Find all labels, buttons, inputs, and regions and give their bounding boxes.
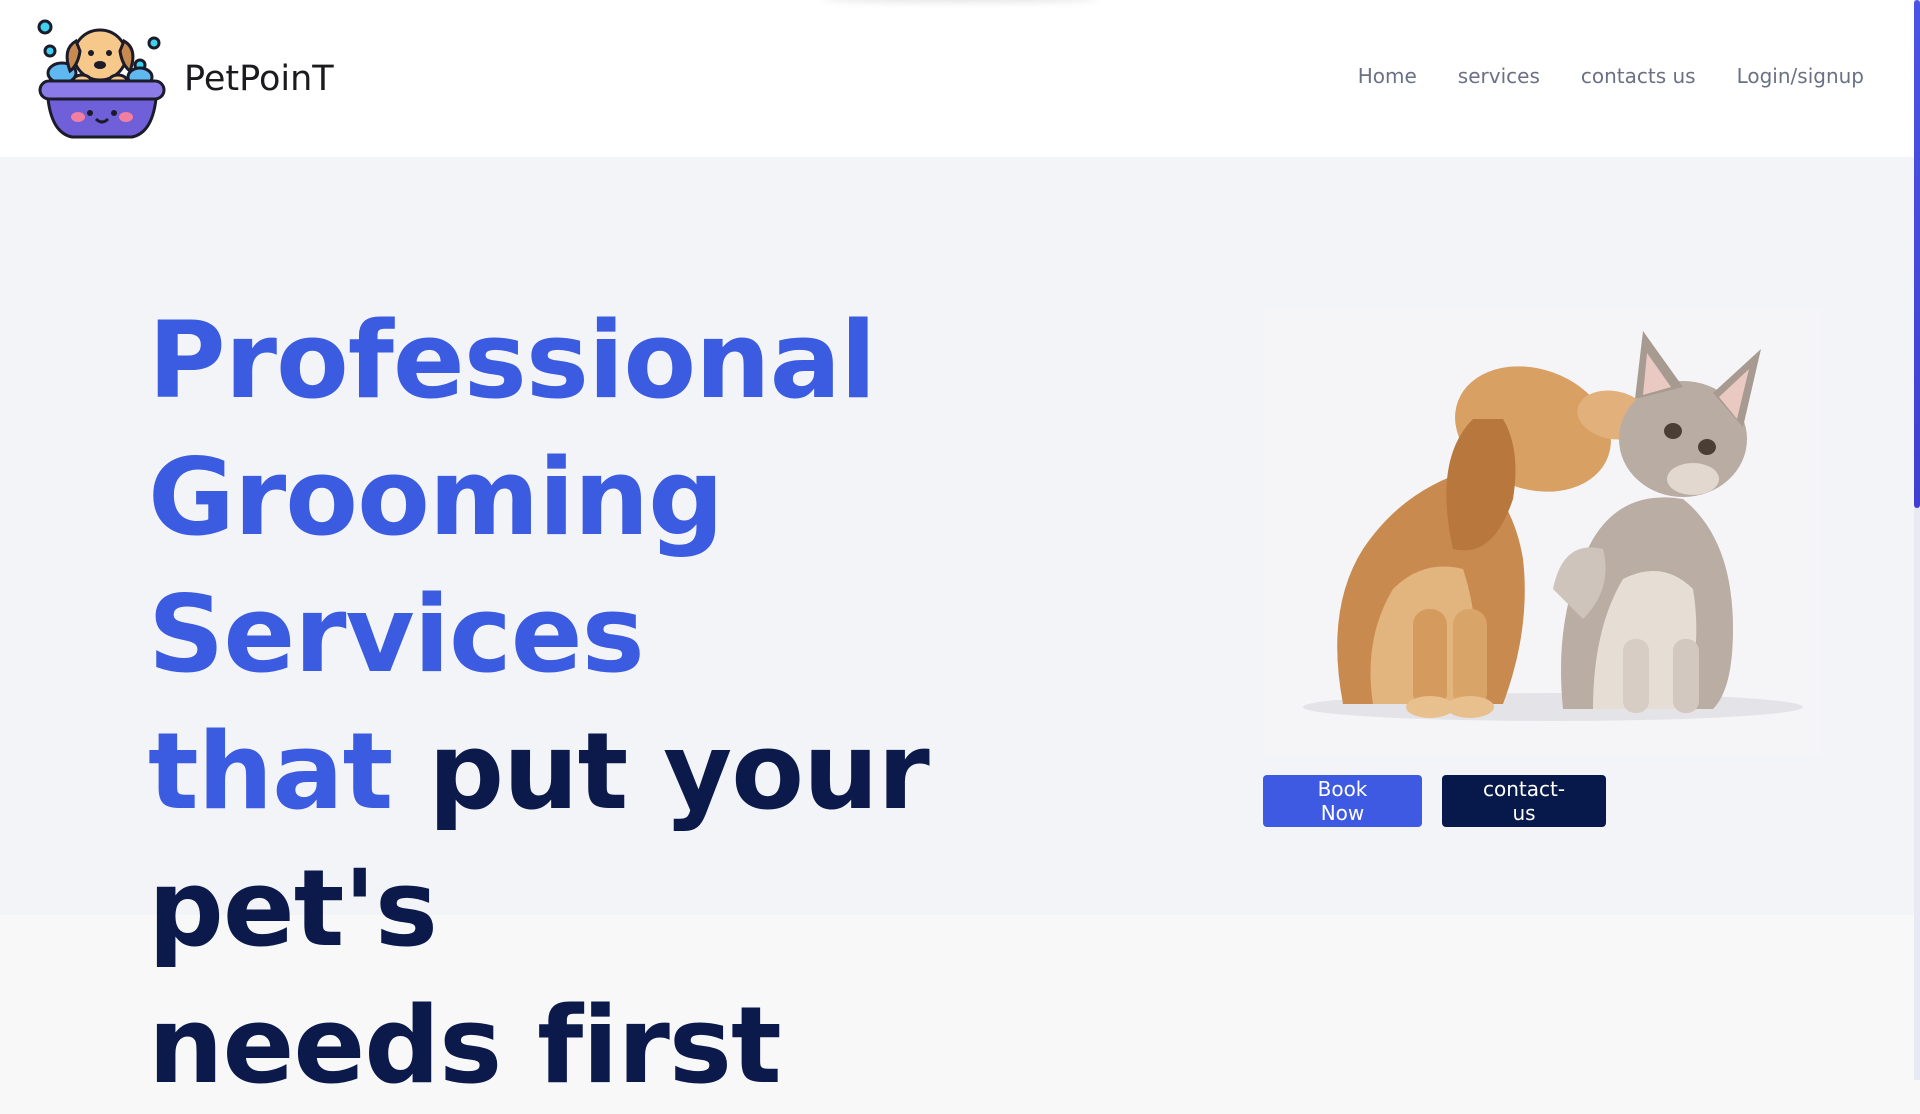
hero-section: Professional Grooming Services that put yo… — [0, 157, 1914, 1107]
headline-accent-line3: that — [148, 710, 393, 833]
dog-in-tub-logo-icon — [37, 19, 166, 139]
headline-rest-line4: needs first — [148, 984, 782, 1107]
nav-link-home[interactable]: Home — [1358, 64, 1417, 88]
nav-link-contacts[interactable]: contacts us — [1581, 64, 1696, 88]
book-now-button[interactable]: Book Now — [1263, 775, 1422, 827]
main-nav: Home services contacts us Login/signup — [1317, 64, 1864, 88]
nav-link-services[interactable]: services — [1458, 64, 1540, 88]
brand-name: PetPoinT — [184, 59, 334, 99]
headline-accent-line1: Professional — [148, 299, 876, 422]
hero-buttons: Book Now contact-us — [1263, 775, 1606, 827]
hero-headline: Professional Grooming Services that put yo… — [148, 292, 1248, 1114]
contact-us-button[interactable]: contact-us — [1442, 775, 1606, 827]
headline-accent-line2: Grooming Services — [148, 436, 724, 696]
nav-link-login-signup[interactable]: Login/signup — [1737, 64, 1864, 88]
scrollbar-track[interactable] — [1914, 0, 1920, 1080]
brand-link[interactable]: PetPoinT — [36, 15, 334, 143]
puppy-and-kitten-illustration — [1303, 331, 1803, 721]
scrollbar-thumb[interactable] — [1914, 0, 1920, 508]
top-navbar: PetPoinT Home services contacts us Login… — [0, 0, 1914, 157]
puppy-and-kitten-image — [1263, 309, 1821, 755]
